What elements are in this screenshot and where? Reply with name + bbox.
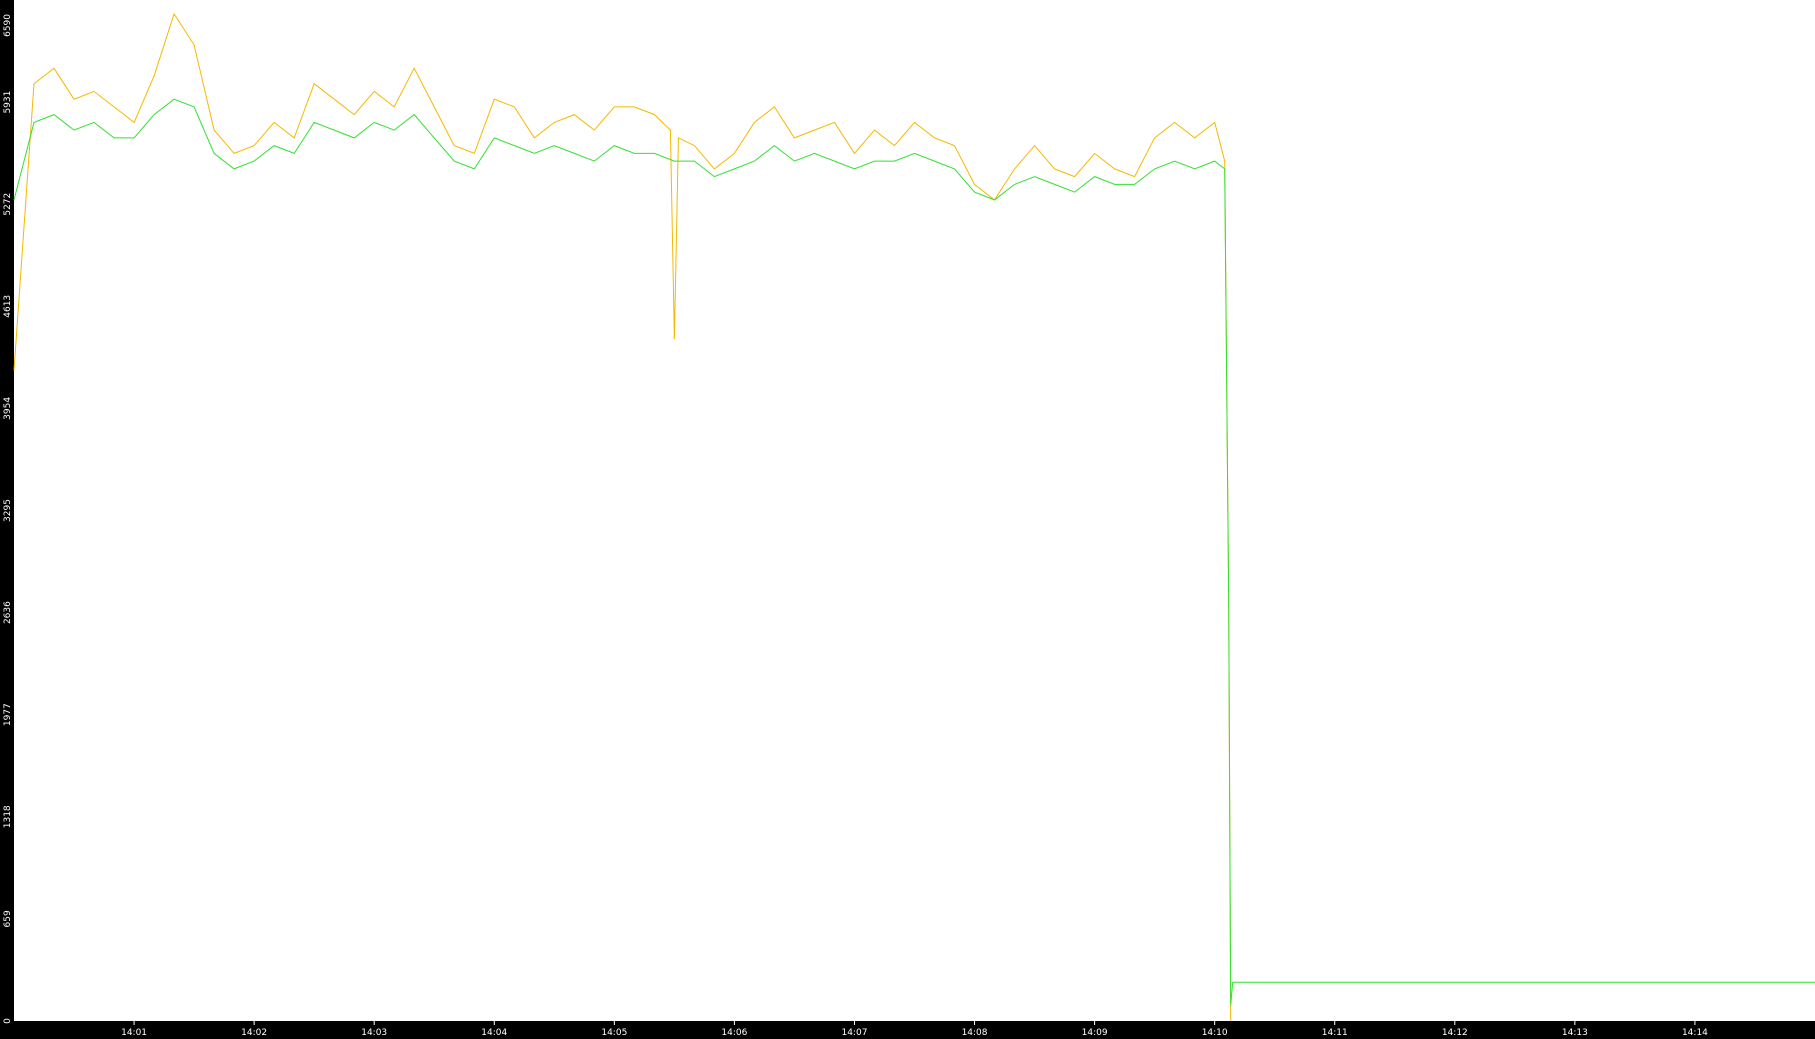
x-tick-label: 14:13 xyxy=(1562,1028,1588,1038)
x-axis-strip xyxy=(0,1021,1815,1039)
x-tick-label: 14:05 xyxy=(601,1028,627,1038)
x-tick-label: 14:12 xyxy=(1442,1028,1468,1038)
y-tick-label: 2636 xyxy=(3,601,13,624)
x-tick-label: 14:10 xyxy=(1202,1028,1228,1038)
line-chart: 0 659 1318 1977 2636 3295 3954 4613 5272 5931 6590… xyxy=(0,0,1815,1039)
x-tick-label: 14:14 xyxy=(1682,1028,1708,1038)
x-tick-label: 14:06 xyxy=(721,1028,747,1038)
x-tick-label: 14:03 xyxy=(361,1028,387,1038)
y-tick-label: 3954 xyxy=(3,397,13,420)
x-tick-label: 14:07 xyxy=(841,1028,867,1038)
x-tick-label: 14:01 xyxy=(121,1028,147,1038)
y-tick-label: 1977 xyxy=(3,703,13,726)
y-tick-label: 0 xyxy=(3,1018,13,1024)
y-tick-label: 6590 xyxy=(3,14,13,37)
y-tick-label: 3295 xyxy=(3,499,13,522)
y-tick-label: 1318 xyxy=(3,805,13,828)
y-tick-label: 5931 xyxy=(3,91,13,114)
x-tick-label: 14:04 xyxy=(481,1028,507,1038)
x-tick-label: 14:08 xyxy=(962,1028,988,1038)
x-tick-label: 14:02 xyxy=(241,1028,267,1038)
x-tick-label: 14:11 xyxy=(1322,1028,1348,1038)
y-tick-label: 5272 xyxy=(3,193,13,216)
x-tick-label: 14:09 xyxy=(1082,1028,1108,1038)
y-tick-label: 4613 xyxy=(3,295,13,318)
y-tick-label: 659 xyxy=(3,910,13,927)
